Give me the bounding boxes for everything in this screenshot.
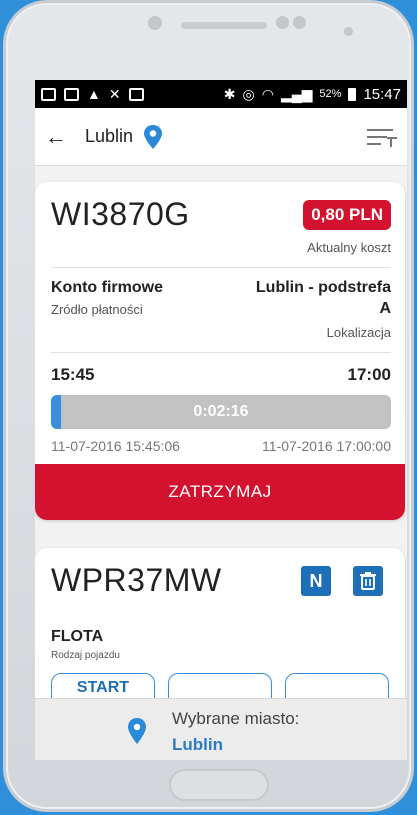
home-button[interactable]: [169, 769, 269, 801]
payment-source: Konto firmowe: [51, 279, 163, 296]
start-time: 15:45: [51, 365, 95, 384]
sensor-dot: [276, 16, 289, 29]
vehicle-plate: WPR37MW: [51, 562, 222, 598]
location-pin-icon: [128, 718, 146, 744]
parking-progress-bar: 0:02:16: [51, 395, 391, 429]
vehicle-type: FLOTA: [51, 628, 104, 645]
cost-badge: 0,80 PLN: [303, 200, 391, 230]
location-label: Lokalizacja: [326, 325, 391, 340]
mail-icon: [128, 87, 144, 101]
payment-source-label: Zródło płatności: [51, 302, 143, 317]
selected-city-name: Lublin: [172, 735, 223, 754]
battery-icon: [348, 87, 357, 101]
bluetooth-icon: ✱: [223, 86, 236, 102]
stop-parking-button[interactable]: ZATRZYMAJ: [35, 464, 405, 520]
clock: 15:47: [363, 85, 401, 103]
image-icon: [41, 87, 56, 101]
app-screen: ▲ ✕ ✱ ◎ ◠ ▂▄▆ 52% 15:47 ← Lublin WI3870G…: [35, 80, 407, 760]
location-name: Lublin - podstrefa: [255, 279, 391, 296]
sensor-dot: [293, 16, 306, 29]
wifi-icon: ◠: [261, 86, 274, 102]
end-datetime: 11-07-2016 17:00:00: [262, 438, 391, 454]
cost-label: Aktualny koszt: [307, 240, 391, 255]
status-bar: ▲ ✕ ✱ ◎ ◠ ▂▄▆ 52% 15:47: [35, 80, 407, 108]
vehicle-n-button[interactable]: N: [301, 566, 331, 596]
signal-icon: ▂▄▆: [280, 86, 313, 102]
start-datetime: 11-07-2016 15:45:06: [51, 438, 180, 454]
vehicle-type-label: Rodzaj pojazdu: [51, 650, 120, 661]
front-camera: [148, 16, 162, 30]
active-parking-card: WI3870G 0,80 PLN Aktualny koszt Konto fi…: [35, 182, 405, 520]
selected-city-bar[interactable]: Wybrane miasto: Lublin: [35, 698, 407, 760]
end-time: 17:00: [347, 365, 391, 384]
divider: [51, 267, 391, 268]
arrow-left-icon[interactable]: ←: [45, 124, 71, 150]
divider: [51, 352, 391, 353]
location-subzone: A: [379, 300, 391, 317]
plate-number: WI3870G: [51, 196, 190, 232]
location-pin-icon: [144, 124, 163, 149]
earpiece-speaker: [181, 22, 267, 29]
trash-icon: [360, 572, 376, 590]
warning-icon: ▲: [87, 86, 101, 102]
app-toolbar: ← Lublin: [35, 108, 407, 166]
phone-frame: ▲ ✕ ✱ ◎ ◠ ▂▄▆ 52% 15:47 ← Lublin WI3870G…: [3, 0, 414, 812]
sensor-dot: [344, 27, 353, 36]
selected-city-label: Wybrane miasto:: [172, 709, 300, 728]
photo-icon: [64, 87, 79, 101]
playlist-add-icon[interactable]: [365, 124, 397, 150]
alarm-icon: ◎: [242, 86, 255, 102]
page-title: Lublin: [85, 126, 134, 146]
battery-percent: 52%: [319, 88, 342, 100]
missed-call-icon: ✕: [108, 86, 121, 102]
delete-vehicle-button[interactable]: [353, 566, 383, 596]
elapsed-time: 0:02:16: [193, 403, 249, 420]
